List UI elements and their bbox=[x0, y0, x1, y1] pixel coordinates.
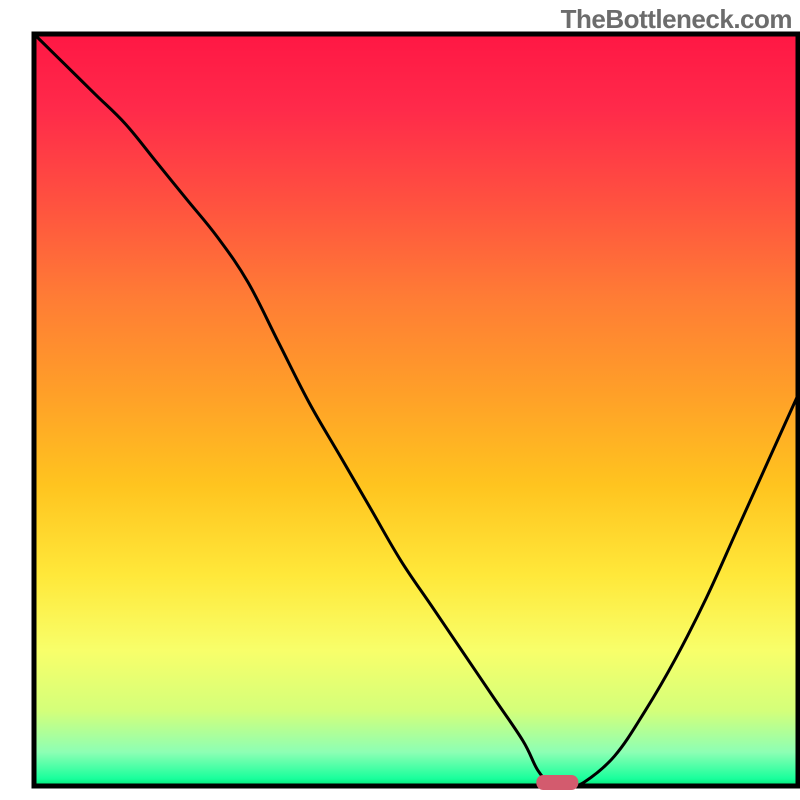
bottleneck-chart bbox=[0, 0, 800, 800]
optimum-marker bbox=[536, 775, 578, 790]
watermark-label: TheBottleneck.com bbox=[561, 4, 792, 35]
plot-background bbox=[34, 34, 798, 786]
